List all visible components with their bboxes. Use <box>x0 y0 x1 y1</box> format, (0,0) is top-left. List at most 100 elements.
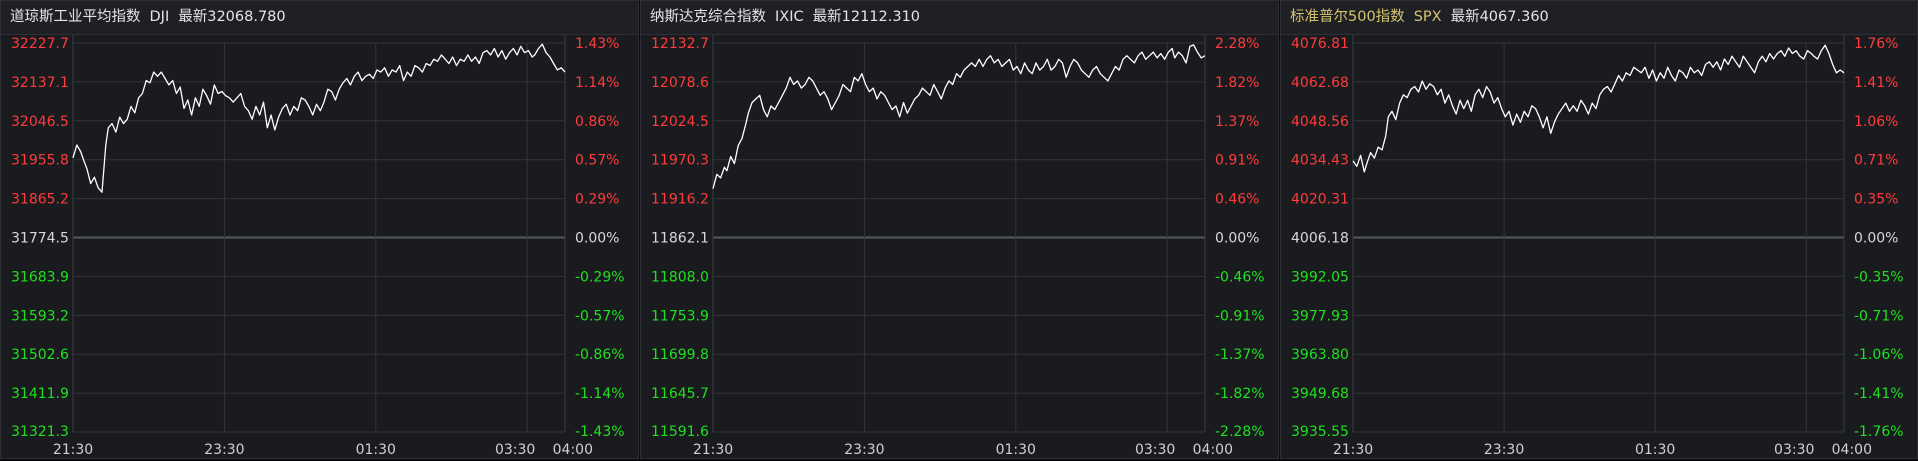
dji-pct-tick-label: 1.14% <box>575 75 619 91</box>
ixic-pct-tick-label: 0.00% <box>1215 231 1259 247</box>
dji-y-tick-label: 32046.5 <box>11 114 69 130</box>
ixic-y-tick-label: 11753.9 <box>651 308 709 324</box>
dji-panel: 32227.7 1.43% 32137.1 1.14% 32046.5 0.86% 3195… <box>0 0 639 459</box>
spx-panel-header: 标准普尔500指数 SPX 最新4067.360 <box>1281 1 1917 35</box>
ixic-pct-tick-label: -1.37% <box>1215 347 1265 363</box>
spx-latest-value: 最新4067.360 <box>1450 9 1549 25</box>
spx-pct-tick-label: -0.71% <box>1854 308 1904 324</box>
ixic-pct-tick-label: 1.82% <box>1215 75 1259 91</box>
dji-pct-tick-label: 0.29% <box>575 192 619 208</box>
spx-index-name: 标准普尔500指数 <box>1290 9 1405 25</box>
dji-y-tick-label: 31321.3 <box>11 424 69 440</box>
ixic-latest-value: 最新12112.310 <box>812 9 921 25</box>
ixic-pct-tick-label: -1.82% <box>1215 386 1265 402</box>
dji-y-tick-label: 31683.9 <box>11 269 69 285</box>
dji-x-tick-label: 23:30 <box>204 442 244 458</box>
ixic-x-tick-label: 04:00 <box>1193 442 1233 458</box>
spx-x-tick-label: 03:30 <box>1774 442 1814 458</box>
dji-x-tick-label: 21:30 <box>53 442 93 458</box>
ixic-y-tick-label: 11916.2 <box>651 192 709 208</box>
spx-y-tick-label: 3949.68 <box>1291 386 1349 402</box>
ixic-y-tick-label: 11645.7 <box>651 386 709 402</box>
ixic-pct-tick-label: 1.37% <box>1215 114 1259 130</box>
dji-pct-tick-label: -1.43% <box>575 424 625 440</box>
dji-pct-tick-label: 0.86% <box>575 114 619 130</box>
spx-pct-tick-label: 0.71% <box>1854 153 1898 169</box>
ixic-pct-tick-label: 2.28% <box>1215 36 1259 52</box>
ixic-pct-tick-label: 0.46% <box>1215 192 1259 208</box>
spx-pct-tick-label: -0.35% <box>1854 269 1904 285</box>
dji-panel-header: 道琼斯工业平均指数 DJI 最新32068.780 <box>1 1 638 35</box>
spx-pct-tick-label: 1.76% <box>1854 36 1898 52</box>
ixic-y-tick-label: 12078.6 <box>651 75 709 91</box>
dji-latest-value: 最新32068.780 <box>178 9 286 25</box>
dji-y-tick-label: 32137.1 <box>11 75 69 91</box>
dji-pct-tick-label: 0.00% <box>575 231 619 247</box>
ixic-chart: 12132.7 2.28% 12078.6 1.82% 12024.5 1.37% 1197… <box>651 35 1265 458</box>
spx-y-tick-label: 4076.81 <box>1291 36 1349 52</box>
ixic-y-tick-label: 11699.8 <box>651 347 709 363</box>
ixic-y-tick-label: 11970.3 <box>651 153 709 169</box>
dji-pct-tick-label: -0.86% <box>575 347 625 363</box>
ixic-y-tick-label: 12132.7 <box>651 36 709 52</box>
spx-y-tick-label: 3935.55 <box>1291 424 1349 440</box>
spx-x-tick-label: 04:00 <box>1832 442 1872 458</box>
dji-y-tick-label: 31502.6 <box>11 347 69 363</box>
dji-y-tick-label: 31774.5 <box>11 231 69 247</box>
spx-pct-tick-label: -1.41% <box>1854 386 1904 402</box>
spx-x-tick-label: 01:30 <box>1635 442 1675 458</box>
dji-pct-tick-label: -0.57% <box>575 308 625 324</box>
ixic-x-tick-label: 03:30 <box>1135 442 1175 458</box>
dji-pct-tick-label: -1.14% <box>575 386 625 402</box>
spx-pct-tick-label: -1.06% <box>1854 347 1904 363</box>
spx-y-tick-label: 4062.68 <box>1291 75 1349 91</box>
spx-x-tick-label: 21:30 <box>1333 442 1373 458</box>
dji-y-tick-label: 31593.2 <box>11 308 69 324</box>
dji-y-tick-label: 31955.8 <box>11 153 69 169</box>
ixic-x-tick-label: 23:30 <box>844 442 884 458</box>
dji-index-name: 道琼斯工业平均指数 <box>10 9 141 25</box>
dji-pct-tick-label: 1.43% <box>575 36 619 52</box>
dji-y-tick-label: 32227.7 <box>11 36 69 52</box>
spx-y-tick-label: 3977.93 <box>1291 308 1349 324</box>
ixic-y-tick-label: 11808.0 <box>651 269 709 285</box>
dji-chart: 32227.7 1.43% 32137.1 1.14% 32046.5 0.86% 3195… <box>11 35 625 458</box>
dji-x-tick-label: 03:30 <box>495 442 535 458</box>
ixic-pct-tick-label: -2.28% <box>1215 424 1265 440</box>
spx-pct-tick-label: -1.76% <box>1854 424 1904 440</box>
spx-pct-tick-label: 0.35% <box>1854 192 1898 208</box>
spx-pct-tick-label: 1.41% <box>1854 75 1898 91</box>
ixic-index-name: 纳斯达克综合指数 <box>650 9 766 25</box>
ixic-price-line <box>712 44 1206 189</box>
dji-pct-tick-label: -0.29% <box>575 269 625 285</box>
ixic-y-tick-label: 12024.5 <box>651 114 709 130</box>
ixic-x-tick-label: 01:30 <box>996 442 1036 458</box>
spx-y-tick-label: 4006.18 <box>1291 231 1349 247</box>
spx-x-tick-label: 23:30 <box>1484 442 1524 458</box>
dji-y-tick-label: 31865.2 <box>11 192 69 208</box>
dji-index-code: DJI <box>149 9 170 25</box>
spx-pct-tick-label: 1.06% <box>1854 114 1898 130</box>
ixic-index-code: IXIC <box>775 9 804 25</box>
dji-y-tick-label: 31411.9 <box>11 386 69 402</box>
ixic-pct-tick-label: -0.91% <box>1215 308 1265 324</box>
ixic-x-tick-label: 21:30 <box>693 442 733 458</box>
spx-price-line <box>1352 44 1845 173</box>
ixic-pct-tick-label: -0.46% <box>1215 269 1265 285</box>
ixic-panel-header: 纳斯达克综合指数 IXIC 最新12112.310 <box>641 1 1278 35</box>
spx-chart: 4076.81 1.76% 4062.68 1.41% 4048.56 1.06% 4034… <box>1291 35 1904 458</box>
spx-index-code: SPX <box>1413 9 1442 25</box>
ixic-y-tick-label: 11591.6 <box>651 424 709 440</box>
dji-price-line <box>72 43 566 193</box>
spx-panel: 4076.81 1.76% 4062.68 1.41% 4048.56 1.06% 4034… <box>1280 0 1918 459</box>
ixic-pct-tick-label: 0.91% <box>1215 153 1259 169</box>
spx-pct-tick-label: 0.00% <box>1854 231 1898 247</box>
dji-pct-tick-label: 0.57% <box>575 153 619 169</box>
ixic-y-tick-label: 11862.1 <box>651 231 709 247</box>
spx-y-tick-label: 4020.31 <box>1291 192 1349 208</box>
spx-y-tick-label: 3992.05 <box>1291 269 1349 285</box>
spx-y-tick-label: 4034.43 <box>1291 153 1349 169</box>
spx-y-tick-label: 4048.56 <box>1291 114 1349 130</box>
ixic-panel: 12132.7 2.28% 12078.6 1.82% 12024.5 1.37% 1197… <box>640 0 1279 459</box>
spx-y-tick-label: 3963.80 <box>1291 347 1349 363</box>
